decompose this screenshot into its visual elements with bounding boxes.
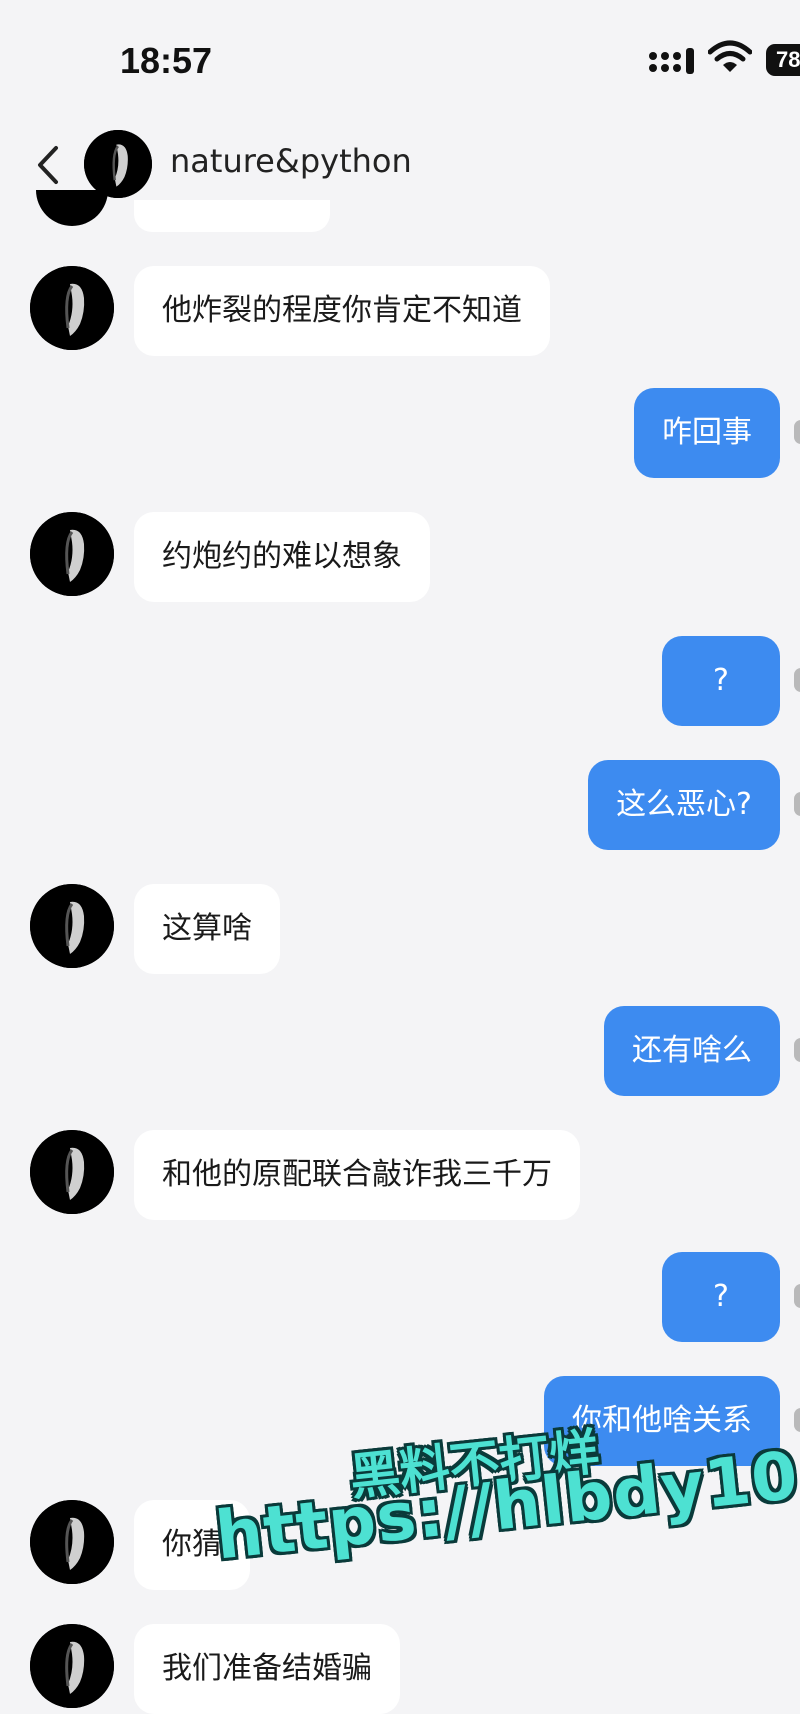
avatar-partial <box>36 190 108 226</box>
outgoing-message[interactable]: 还有啥么 <box>604 1006 780 1096</box>
status-bar: 18:57 78 <box>0 0 800 120</box>
incoming-message[interactable]: 他炸裂的程度你肯定不知道 <box>134 266 550 356</box>
avatar-edge <box>794 1038 800 1062</box>
avatar[interactable] <box>30 1130 114 1214</box>
avatar-edge <box>794 792 800 816</box>
outgoing-message[interactable]: ? <box>662 1252 780 1342</box>
battery-indicator: 78 <box>766 44 800 76</box>
avatar[interactable] <box>30 512 114 596</box>
avatar[interactable] <box>30 266 114 350</box>
avatar[interactable] <box>30 1624 114 1708</box>
incoming-message[interactable]: 我们准备结婚骗 <box>134 1624 400 1714</box>
wifi-icon <box>708 40 752 72</box>
avatar[interactable] <box>30 1500 114 1584</box>
contact-name[interactable]: nature&python <box>170 142 412 180</box>
portrait-image <box>30 1624 114 1708</box>
portrait-image <box>30 884 114 968</box>
outgoing-message[interactable]: 这么恶心? <box>588 760 780 850</box>
incoming-message[interactable]: 约炮约的难以想象 <box>134 512 430 602</box>
contact-avatar[interactable] <box>84 130 152 198</box>
portrait-image <box>84 130 152 198</box>
portrait-image <box>30 1500 114 1584</box>
avatar-edge <box>794 420 800 444</box>
portrait-image <box>30 512 114 596</box>
cellular-signal-icon <box>649 48 694 74</box>
avatar-edge <box>794 1284 800 1308</box>
portrait-image <box>30 1130 114 1214</box>
avatar[interactable] <box>30 884 114 968</box>
portrait-image <box>30 266 114 350</box>
avatar-edge <box>794 668 800 692</box>
message-bubble-partial <box>134 200 330 232</box>
outgoing-message[interactable]: 咋回事 <box>634 388 780 478</box>
incoming-message[interactable]: 和他的原配联合敲诈我三千万 <box>134 1130 580 1220</box>
avatar-edge <box>794 1408 800 1432</box>
incoming-message[interactable]: 这算啥 <box>134 884 280 974</box>
outgoing-message[interactable]: ? <box>662 636 780 726</box>
clock: 18:57 <box>120 40 213 81</box>
back-chevron-icon[interactable] <box>30 142 66 188</box>
